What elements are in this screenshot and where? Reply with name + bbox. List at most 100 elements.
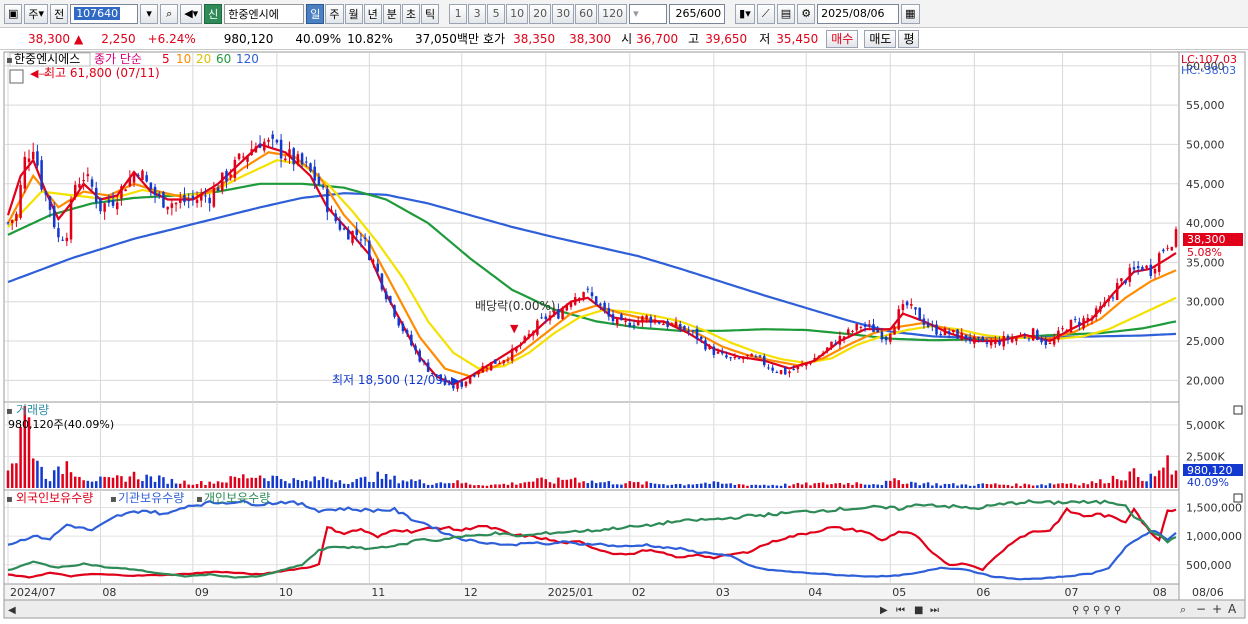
volume-bar[interactable] <box>347 483 350 488</box>
period-type-select[interactable]: 주 ▾ <box>24 3 49 24</box>
volume-bar[interactable] <box>691 484 695 488</box>
volume-pane[interactable] <box>3 401 1180 491</box>
volume-bar[interactable] <box>48 481 52 488</box>
period-second-button[interactable]: 초 <box>401 3 421 24</box>
volume-bar[interactable] <box>1006 484 1010 488</box>
volume-bar[interactable] <box>943 483 947 488</box>
volume-bar[interactable] <box>603 482 606 488</box>
period-week-button[interactable]: 주 <box>325 3 344 24</box>
volume-bar[interactable] <box>800 484 804 488</box>
volume-bar[interactable] <box>187 484 190 488</box>
volume-bar[interactable] <box>233 476 237 488</box>
volume-bar[interactable] <box>775 485 779 488</box>
candle[interactable] <box>19 180 22 220</box>
volume-bar[interactable] <box>708 483 711 488</box>
volume-bar[interactable] <box>531 481 535 488</box>
volume-bar[interactable] <box>712 481 716 488</box>
volume-bar[interactable] <box>1162 467 1165 488</box>
volume-bar[interactable] <box>805 482 808 488</box>
volume-bar[interactable] <box>1044 485 1048 488</box>
volume-bar[interactable] <box>212 483 216 488</box>
volume-bar[interactable] <box>1099 479 1102 488</box>
volume-bar[interactable] <box>1090 481 1094 488</box>
volume-bar[interactable] <box>132 471 136 488</box>
volume-bar[interactable] <box>103 476 106 488</box>
volume-bar[interactable] <box>452 483 455 488</box>
volume-bar[interactable] <box>544 479 548 488</box>
volume-bar[interactable] <box>284 481 287 488</box>
interval-custom-select[interactable]: ▾ <box>629 3 668 24</box>
volume-bar[interactable] <box>678 483 682 488</box>
candle[interactable] <box>1031 327 1035 342</box>
volume-bar[interactable] <box>645 481 648 488</box>
interval-10-button[interactable]: 10 <box>506 3 529 24</box>
candle[interactable] <box>351 230 354 246</box>
volume-bar[interactable] <box>897 480 900 488</box>
volume-bar[interactable] <box>1036 485 1039 488</box>
volume-bar[interactable] <box>389 479 392 488</box>
volume-bar[interactable] <box>699 483 703 488</box>
interval-1-button[interactable]: 1 <box>449 3 468 24</box>
candle[interactable] <box>489 361 493 372</box>
candle[interactable] <box>141 169 144 181</box>
volume-bar[interactable] <box>758 485 762 488</box>
eval-button[interactable]: 평 <box>898 29 920 48</box>
pane-menu-dot[interactable]: ▪ <box>6 55 13 66</box>
volume-bar[interactable] <box>271 475 274 488</box>
volume-bar[interactable] <box>515 484 518 488</box>
volume-bar[interactable] <box>477 484 480 488</box>
volume-bar[interactable] <box>889 480 892 488</box>
candle[interactable] <box>233 156 237 182</box>
volume-bar[interactable] <box>107 477 111 488</box>
volume-bar[interactable] <box>204 484 207 488</box>
volume-bar[interactable] <box>985 484 989 488</box>
volume-bar[interactable] <box>716 481 720 488</box>
volume-bar[interactable] <box>914 482 917 488</box>
volume-bar[interactable] <box>926 482 930 488</box>
volume-bar[interactable] <box>136 479 140 488</box>
volume-bar[interactable] <box>1103 483 1106 488</box>
candle[interactable] <box>418 348 421 363</box>
volume-bar[interactable] <box>796 482 800 488</box>
volume-bar[interactable] <box>229 476 232 488</box>
volume-bar[interactable] <box>494 484 497 488</box>
search-icon[interactable]: ⌕ <box>160 3 179 24</box>
volume-bar[interactable] <box>73 476 77 488</box>
code-dropdown-icon[interactable]: ▾ <box>140 3 159 24</box>
volume-bar[interactable] <box>174 483 178 488</box>
volume-bar[interactable] <box>729 483 732 488</box>
period-month-button[interactable]: 월 <box>344 3 363 24</box>
volume-bar[interactable] <box>414 481 417 488</box>
volume-bar[interactable] <box>653 483 657 488</box>
stock-code-input[interactable]: 107640 <box>70 3 139 24</box>
volume-bar[interactable] <box>901 484 905 488</box>
volume-bar[interactable] <box>1086 484 1090 488</box>
volume-bar[interactable] <box>674 484 678 488</box>
volume-bar[interactable] <box>868 484 871 488</box>
volume-bar[interactable] <box>956 485 959 488</box>
volume-bar[interactable] <box>607 481 611 488</box>
volume-bar[interactable] <box>1048 483 1052 488</box>
volume-bar[interactable] <box>1023 483 1027 488</box>
volume-bar[interactable] <box>788 485 791 488</box>
volume-bar[interactable] <box>695 484 699 488</box>
volume-bar[interactable] <box>506 484 510 488</box>
count-input[interactable]: 265/600 <box>669 3 726 24</box>
volume-bar[interactable] <box>720 483 724 488</box>
volume-bar[interactable] <box>1040 484 1043 488</box>
volume-bar[interactable] <box>611 484 615 488</box>
volume-bar[interactable] <box>561 479 564 488</box>
volume-bar[interactable] <box>40 466 43 488</box>
volume-bar[interactable] <box>309 481 312 488</box>
volume-bar[interactable] <box>397 483 400 488</box>
candle[interactable] <box>309 162 312 173</box>
volume-bar[interactable] <box>330 479 333 488</box>
volume-bar[interactable] <box>989 484 993 488</box>
candle[interactable] <box>1069 319 1073 334</box>
volume-bar[interactable] <box>52 470 56 488</box>
volume-bar[interactable] <box>1082 483 1085 488</box>
volume-bar[interactable] <box>313 476 316 488</box>
volume-bar[interactable] <box>115 475 119 488</box>
volume-bar[interactable] <box>120 476 123 488</box>
volume-bar[interactable] <box>964 484 968 488</box>
